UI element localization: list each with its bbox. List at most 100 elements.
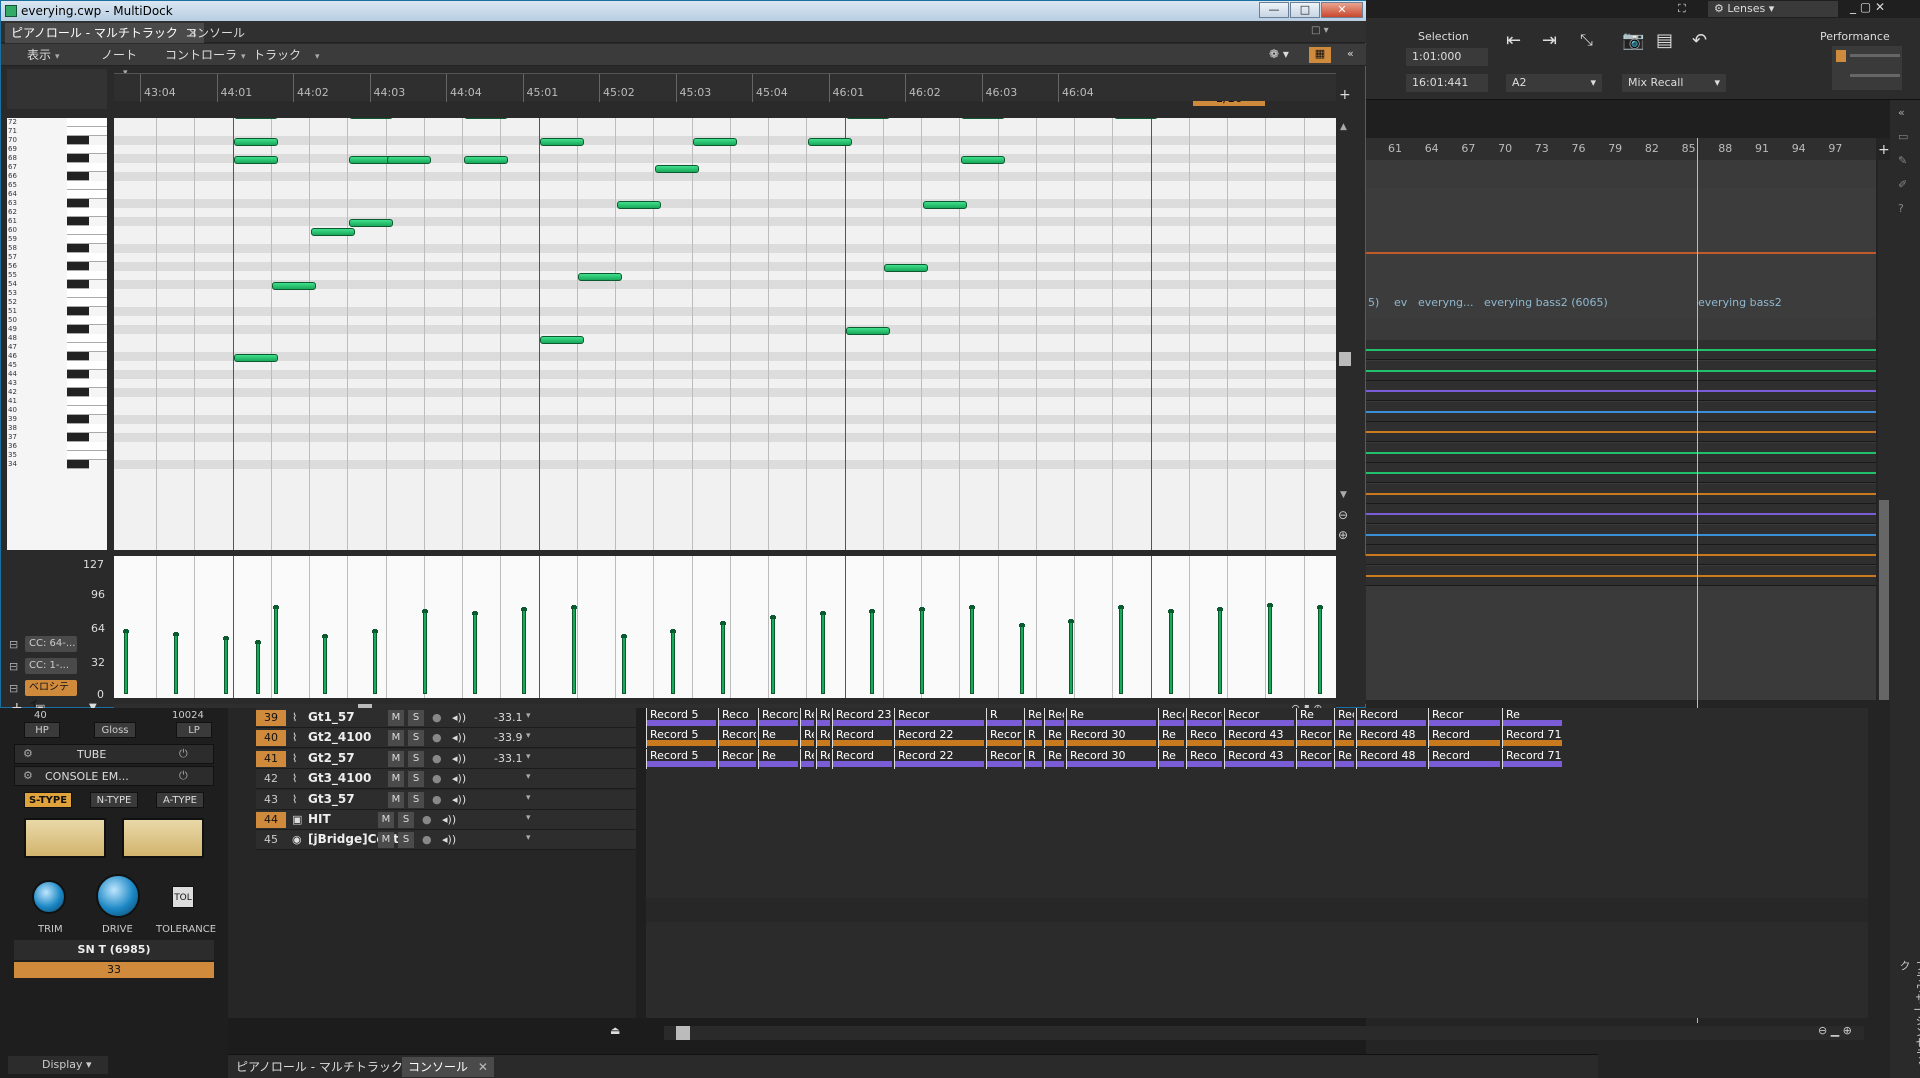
scroll-thumb[interactable] bbox=[1339, 352, 1351, 366]
audio-clip[interactable]: Record 5 bbox=[646, 708, 716, 728]
audio-clip[interactable]: R bbox=[986, 708, 1022, 728]
help-icon[interactable]: ? bbox=[1898, 202, 1904, 215]
track-expand-icon[interactable]: ▾ bbox=[526, 772, 531, 782]
track-lane[interactable] bbox=[1366, 340, 1876, 360]
mute-button[interactable]: M bbox=[378, 832, 394, 849]
audio-clip[interactable]: Re bbox=[758, 748, 798, 769]
bottom-tab-pianoroll[interactable]: ピアノロール - マルチトラック bbox=[230, 1057, 409, 1077]
velocity-bar[interactable] bbox=[968, 605, 975, 694]
velocity-bar[interactable] bbox=[372, 629, 379, 694]
mix-recall-dropdown[interactable]: Mix Recall ▾ bbox=[1622, 74, 1726, 92]
audio-clip[interactable]: Record 31 bbox=[1044, 708, 1064, 728]
midi-note[interactable] bbox=[234, 138, 278, 146]
audio-clip[interactable]: Re bbox=[816, 748, 830, 769]
piano-keyboard[interactable]: 72 71 70 69 68 67 66 65 64 63 62 61 60 59 58 57 56 55 54 53… bbox=[7, 118, 107, 550]
velocity-bar[interactable] bbox=[272, 605, 279, 694]
track-volume[interactable]: -33.1 bbox=[494, 752, 522, 765]
audio-clip[interactable]: Record 43 bbox=[1224, 748, 1294, 769]
velocity-bar[interactable] bbox=[471, 611, 478, 694]
track-lane[interactable] bbox=[1366, 504, 1876, 524]
velocity-bar[interactable] bbox=[1267, 603, 1274, 694]
bottom-tab-close-icon[interactable]: ✕ bbox=[478, 1060, 488, 1074]
audio-clip[interactable]: R bbox=[1024, 748, 1042, 769]
black-key[interactable] bbox=[67, 352, 89, 361]
audio-clip[interactable]: Re bbox=[1158, 728, 1184, 749]
velocity-handle[interactable] bbox=[222, 637, 229, 640]
track-expand-icon[interactable]: ▾ bbox=[526, 711, 531, 721]
white-key[interactable] bbox=[67, 271, 107, 280]
audio-clip[interactable]: Record 48 bbox=[1356, 728, 1426, 749]
clip-area[interactable]: Record 5RecoRecordRecorReRecord 23RecorR… bbox=[636, 708, 1868, 1018]
track-name[interactable]: Gt2_57 bbox=[308, 751, 355, 765]
velocity-bar[interactable] bbox=[1167, 609, 1174, 694]
record-arm-icon[interactable]: ● bbox=[432, 772, 442, 785]
mute-button[interactable]: M bbox=[388, 771, 404, 788]
track-row[interactable]: 43 ⌇ Gt3_57 M S ● ◂)) ▾ bbox=[256, 789, 636, 810]
black-key[interactable] bbox=[67, 460, 89, 469]
audio-clip[interactable]: Record bbox=[1428, 748, 1500, 769]
record-arm-icon[interactable]: ● bbox=[432, 711, 442, 724]
track-volume[interactable]: -33.9 bbox=[494, 731, 522, 744]
velocity-handle[interactable] bbox=[571, 606, 577, 609]
track-lane[interactable] bbox=[1366, 463, 1876, 483]
black-key[interactable] bbox=[67, 217, 89, 226]
black-key[interactable] bbox=[67, 262, 89, 271]
module-gear-icon[interactable]: ⚙ bbox=[23, 769, 33, 782]
velocity-handle[interactable] bbox=[255, 641, 262, 644]
zoom-in-icon[interactable]: ⊕ bbox=[1338, 528, 1348, 542]
record-arm-icon[interactable]: ● bbox=[422, 833, 432, 846]
track-expand-icon[interactable]: ▾ bbox=[526, 833, 531, 843]
timeline-ruler[interactable]: 43:04 44:01 44:02 44:03 44:04 45:01 45:02 45:03… bbox=[114, 73, 1336, 102]
bottom-tab-console[interactable]: コンソール ✕ bbox=[402, 1057, 494, 1077]
audio-clip[interactable]: Recor bbox=[1296, 748, 1332, 769]
audio-clip[interactable]: Record 44 bbox=[1186, 708, 1222, 728]
velocity-handle[interactable] bbox=[322, 635, 329, 638]
audio-clip[interactable]: Record 30 bbox=[1066, 728, 1156, 749]
midi-note[interactable] bbox=[1113, 118, 1158, 119]
white-key[interactable] bbox=[67, 289, 107, 298]
midi-note[interactable] bbox=[960, 118, 1005, 119]
selection-end[interactable]: 16:01:441 bbox=[1406, 74, 1488, 92]
track-lane[interactable] bbox=[1366, 483, 1876, 504]
input-echo-icon[interactable]: ◂)) bbox=[452, 752, 466, 765]
tracklist-scroll-icon[interactable]: ⏏ bbox=[610, 1024, 620, 1037]
menu-track[interactable]: トラック ▾ bbox=[253, 47, 320, 63]
velocity-handle[interactable] bbox=[123, 630, 130, 633]
audio-clip[interactable]: Recor bbox=[1296, 728, 1332, 749]
trim-knob[interactable] bbox=[32, 880, 66, 914]
track-timeline-ruler[interactable]: 61 64 67 70 73 76 79 82 85 88 91 94 97 bbox=[1366, 138, 1876, 160]
audio-clip[interactable]: Re bbox=[1044, 748, 1064, 769]
white-key[interactable] bbox=[67, 118, 107, 127]
velocity-bar[interactable] bbox=[322, 634, 329, 694]
audio-clip[interactable]: Record 71 bbox=[1502, 748, 1562, 769]
lane-toggle-icon[interactable]: ⊟ bbox=[9, 660, 18, 673]
snap-settings-icon[interactable]: ❁ ▾ bbox=[1269, 47, 1289, 61]
white-key[interactable] bbox=[67, 361, 107, 370]
audio-clip[interactable]: Record 48 bbox=[1356, 748, 1426, 769]
audio-clip[interactable]: Recor bbox=[986, 728, 1022, 749]
dock-options-icon[interactable]: □ ▾ bbox=[1311, 25, 1329, 36]
velocity-bar[interactable] bbox=[222, 636, 229, 694]
vertical-scrollbar[interactable]: ▲ ▼ ⊖ ⊕ bbox=[1338, 118, 1352, 550]
white-key[interactable] bbox=[67, 343, 107, 352]
black-key[interactable] bbox=[67, 136, 89, 145]
add-lane-icon[interactable]: + bbox=[1339, 87, 1351, 103]
white-key[interactable] bbox=[67, 226, 107, 235]
velocity-bar[interactable] bbox=[819, 611, 826, 694]
audio-clip[interactable]: Recor bbox=[986, 748, 1022, 769]
velocity-bar[interactable] bbox=[521, 607, 528, 694]
velocity-handle[interactable] bbox=[1316, 606, 1323, 609]
velocity-bar[interactable] bbox=[421, 609, 428, 694]
n-type-button[interactable]: N-TYPE bbox=[90, 792, 138, 808]
lp-button[interactable]: LP bbox=[176, 722, 212, 738]
audio-clip[interactable]: Record 43 bbox=[1224, 728, 1294, 749]
velocity-bar[interactable] bbox=[173, 632, 180, 694]
midi-note[interactable] bbox=[310, 228, 355, 236]
audio-clip[interactable]: Recor bbox=[800, 708, 814, 728]
black-key[interactable] bbox=[67, 388, 89, 397]
track-lane[interactable] bbox=[1366, 422, 1876, 442]
solo-button[interactable]: S bbox=[398, 832, 414, 849]
expand-icon[interactable]: « bbox=[1898, 106, 1905, 119]
track-row[interactable]: 41 ⌇ Gt2_57 M S ● ◂)) -33.1 ▾ bbox=[256, 748, 636, 769]
lane-toggle-icon[interactable]: ⊟ bbox=[9, 682, 18, 695]
